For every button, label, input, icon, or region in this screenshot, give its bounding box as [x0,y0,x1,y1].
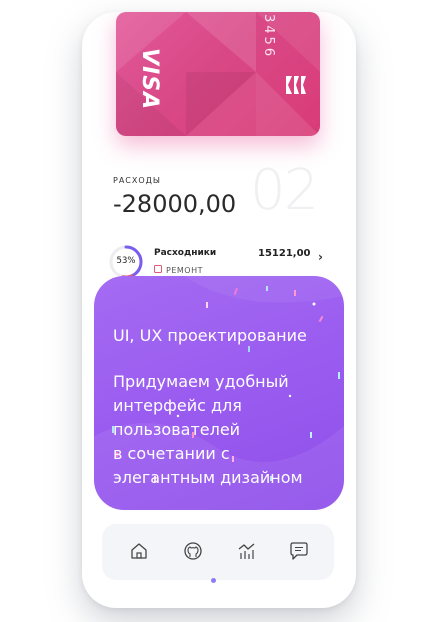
promo-line: элегантным дизайном [113,468,303,487]
card-brand: VISA [137,48,162,111]
category-box-icon [154,265,162,273]
page-number: 02 [250,158,319,223]
chevron-right-icon[interactable]: › [318,250,323,264]
chart-icon[interactable] [236,540,258,562]
bottom-nav [102,524,334,583]
transaction-value: 15121,00 [258,248,311,259]
expenses-label: РАСХОДЫ [113,176,161,185]
card-number-fragment: 3456 [261,14,276,60]
expenses-amount: -28000,00 [113,190,237,218]
promo-line: в сочетании с [113,444,230,463]
phone-frame: VISA 3456 02 РАСХОДЫ -28000,00 53% Расхо… [82,12,356,608]
bank-card[interactable]: VISA 3456 [116,12,320,136]
chat-icon[interactable] [288,540,310,562]
transaction-row[interactable]: 53% Расходники РЕМОНТ 15121,00 › [108,244,334,280]
promo-title: UI, UX проектирование [113,326,307,345]
percent-label: 53% [116,256,136,266]
github-icon[interactable] [182,540,204,562]
promo-line: интерфейс для [113,396,242,415]
transaction-category-label: РЕМОНТ [166,266,203,275]
promo-text: Придумаем удобный интерфейс для пользова… [113,370,335,490]
home-icon[interactable] [128,540,150,562]
promo-banner[interactable]: UI, UX проектирование Придумаем удобный … [94,276,344,510]
transaction-name: Расходники [154,248,217,258]
transaction-category: РЕМОНТ [154,265,203,275]
card-logo-icon [286,76,306,94]
promo-line: Придумаем удобный [113,372,289,391]
promo-line: пользователей [113,420,241,439]
active-indicator [211,578,216,583]
